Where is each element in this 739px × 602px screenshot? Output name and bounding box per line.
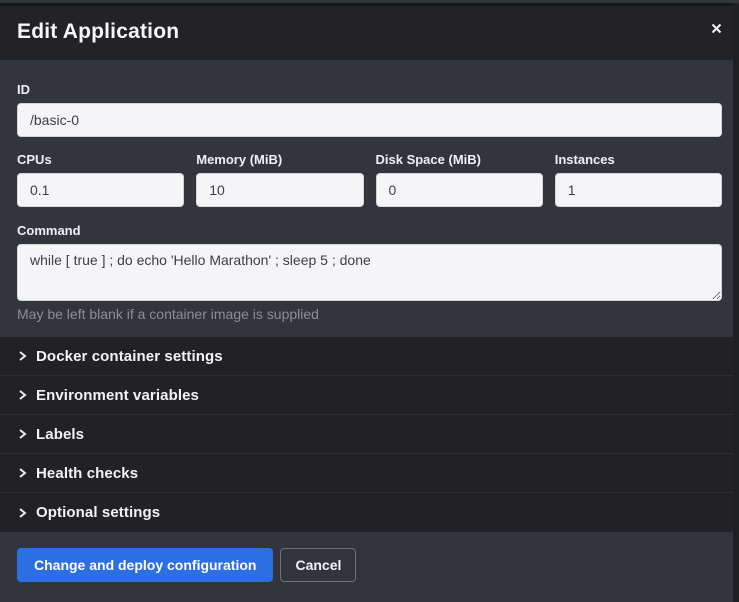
memory-input[interactable] [196, 173, 363, 207]
chevron-right-icon [17, 389, 27, 401]
page-right-edge [733, 3, 739, 602]
chevron-right-icon [17, 428, 27, 440]
modal-footer: Change and deploy configuration Cancel [0, 532, 739, 599]
page-top-edge [0, 3, 739, 6]
section-health-checks[interactable]: Health checks [0, 454, 739, 493]
modal-title: Edit Application [17, 20, 179, 44]
section-label: Docker container settings [36, 348, 223, 365]
close-button[interactable] [707, 19, 725, 37]
disk-space-input[interactable] [376, 173, 543, 207]
cpus-label: CPUs [17, 152, 184, 167]
modal-header: Edit Application [0, 3, 739, 60]
resources-row: CPUs Memory (MiB) Disk Space (MiB) Insta… [17, 152, 722, 207]
change-and-deploy-button[interactable]: Change and deploy configuration [17, 548, 273, 582]
instances-label: Instances [555, 152, 722, 167]
edit-application-form: ID CPUs Memory (MiB) Disk Space (MiB) In… [0, 60, 739, 337]
cancel-button[interactable]: Cancel [280, 548, 356, 582]
id-input[interactable] [17, 103, 722, 137]
chevron-right-icon [17, 507, 27, 519]
command-help-text: May be left blank if a container image i… [17, 306, 722, 337]
section-labels[interactable]: Labels [0, 415, 739, 454]
instances-input[interactable] [555, 173, 722, 207]
memory-label: Memory (MiB) [196, 152, 363, 167]
chevron-right-icon [17, 350, 27, 362]
section-label: Environment variables [36, 387, 199, 404]
instances-field-group: Instances [555, 152, 722, 207]
command-textarea[interactable]: while [ true ] ; do echo 'Hello Marathon… [17, 244, 722, 301]
close-icon [711, 23, 722, 34]
command-field-group: Command while [ true ] ; do echo 'Hello … [17, 223, 722, 337]
cpus-input[interactable] [17, 173, 184, 207]
cpus-field-group: CPUs [17, 152, 184, 207]
command-label: Command [17, 223, 722, 238]
collapsible-sections: Docker container settings Environment va… [0, 337, 739, 532]
memory-field-group: Memory (MiB) [196, 152, 363, 207]
id-field-group: ID [17, 82, 722, 137]
section-label: Health checks [36, 465, 138, 482]
section-label: Labels [36, 426, 84, 443]
disk-space-label: Disk Space (MiB) [376, 152, 543, 167]
section-environment-variables[interactable]: Environment variables [0, 376, 739, 415]
chevron-right-icon [17, 467, 27, 479]
section-label: Optional settings [36, 504, 160, 521]
section-optional-settings[interactable]: Optional settings [0, 493, 739, 532]
id-label: ID [17, 82, 722, 97]
disk-field-group: Disk Space (MiB) [376, 152, 543, 207]
section-docker-container-settings[interactable]: Docker container settings [0, 337, 739, 376]
